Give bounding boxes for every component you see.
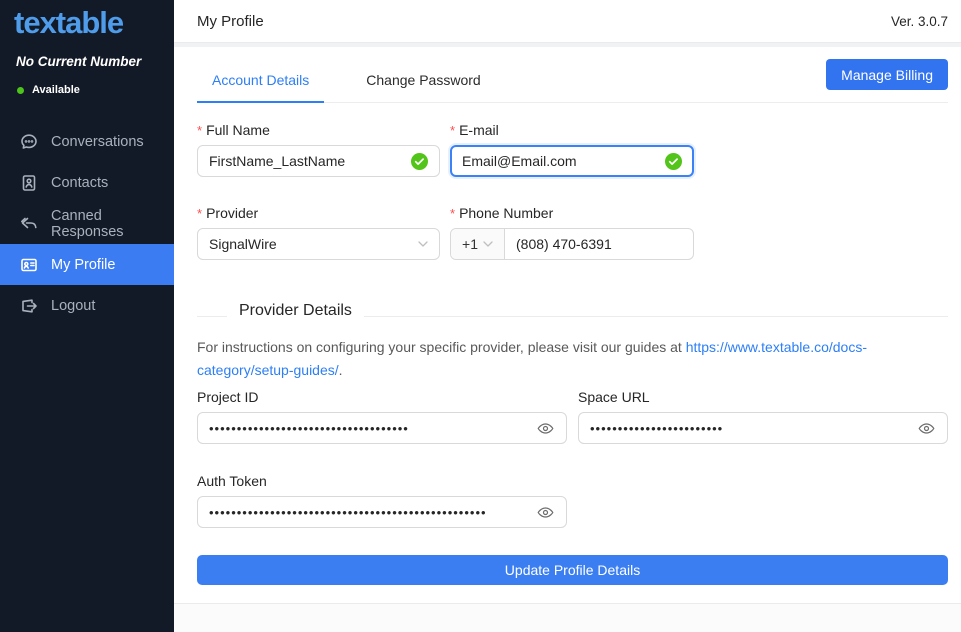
eye-icon[interactable] bbox=[918, 419, 936, 437]
current-number-label: No Current Number bbox=[16, 54, 174, 69]
full-name-input[interactable]: FirstName_LastName bbox=[197, 145, 440, 177]
chevron-down-icon bbox=[418, 241, 428, 247]
project-id-label: Project ID bbox=[197, 389, 567, 405]
page-header: My Profile Ver. 3.0.7 bbox=[174, 0, 961, 43]
contacts-icon bbox=[20, 174, 38, 192]
country-code-value: +1 bbox=[462, 236, 478, 252]
required-marker: * bbox=[450, 206, 455, 221]
full-name-label: *Full Name bbox=[197, 122, 440, 138]
tab-change-password[interactable]: Change Password bbox=[351, 58, 495, 103]
eye-icon[interactable] bbox=[537, 503, 555, 521]
page-title: My Profile bbox=[197, 13, 264, 30]
instructions-text: For instructions on configuring your spe… bbox=[197, 339, 686, 355]
footer-space bbox=[174, 604, 961, 632]
email-value: Email@Email.com bbox=[462, 153, 657, 169]
tabs-row: Account Details Change Password Manage B… bbox=[197, 47, 948, 103]
status-label: Available bbox=[32, 84, 80, 96]
valid-check-icon bbox=[411, 153, 428, 170]
my-profile-icon bbox=[20, 256, 38, 274]
phone-input-group: +1 (808) 470-6391 bbox=[450, 228, 694, 260]
auth-token-value: ••••••••••••••••••••••••••••••••••••••••… bbox=[209, 506, 529, 519]
logout-icon bbox=[20, 297, 38, 315]
phone-number-input[interactable]: (808) 470-6391 bbox=[505, 229, 693, 259]
credentials-form: Project ID •••••••••••••••••••••••••••••… bbox=[197, 389, 948, 528]
sidebar-item-contacts[interactable]: Contacts bbox=[0, 162, 174, 203]
email-field: *E-mail Email@Email.com bbox=[450, 122, 694, 177]
version-label: Ver. 3.0.7 bbox=[891, 14, 948, 29]
sidebar-item-my-profile[interactable]: My Profile bbox=[0, 244, 174, 285]
project-id-input[interactable]: •••••••••••••••••••••••••••••••••••• bbox=[197, 412, 567, 444]
sidebar-item-logout[interactable]: Logout bbox=[0, 285, 174, 326]
provider-label: *Provider bbox=[197, 205, 440, 221]
sidebar-item-label: My Profile bbox=[51, 257, 115, 273]
provider-details-divider: Provider Details bbox=[197, 302, 948, 320]
profile-card: Account Details Change Password Manage B… bbox=[174, 47, 961, 604]
tab-bar: Account Details Change Password bbox=[197, 47, 523, 102]
sidebar-item-label: Contacts bbox=[51, 175, 108, 191]
space-url-value: •••••••••••••••••••••••• bbox=[590, 422, 910, 435]
required-marker: * bbox=[197, 206, 202, 221]
chevron-down-icon bbox=[483, 241, 493, 247]
email-input[interactable]: Email@Email.com bbox=[450, 145, 694, 177]
phone-label: *Phone Number bbox=[450, 205, 694, 221]
sidebar-item-label: Canned Responses bbox=[51, 208, 174, 240]
update-profile-button[interactable]: Update Profile Details bbox=[197, 555, 948, 585]
provider-select[interactable]: SignalWire bbox=[197, 228, 440, 260]
conversations-icon bbox=[20, 133, 38, 151]
auth-token-label: Auth Token bbox=[197, 473, 567, 489]
instructions-suffix: . bbox=[339, 362, 343, 378]
availability-status: Available bbox=[17, 84, 174, 96]
auth-token-field: Auth Token •••••••••••••••••••••••••••••… bbox=[197, 473, 567, 528]
tab-account-details[interactable]: Account Details bbox=[197, 58, 324, 103]
full-name-field: *Full Name FirstName_LastName bbox=[197, 122, 440, 177]
canned-responses-icon bbox=[20, 215, 38, 233]
space-url-field: Space URL •••••••••••••••••••••••• bbox=[578, 389, 948, 444]
sidebar-item-canned-responses[interactable]: Canned Responses bbox=[0, 203, 174, 244]
main-area: My Profile Ver. 3.0.7 Account Details Ch… bbox=[174, 0, 961, 632]
sidebar-item-conversations[interactable]: Conversations bbox=[0, 121, 174, 162]
eye-icon[interactable] bbox=[537, 419, 555, 437]
manage-billing-button[interactable]: Manage Billing bbox=[826, 59, 948, 90]
full-name-value: FirstName_LastName bbox=[209, 153, 403, 169]
project-id-field: Project ID •••••••••••••••••••••••••••••… bbox=[197, 389, 567, 444]
sidebar-item-label: Logout bbox=[51, 298, 95, 314]
provider-value: SignalWire bbox=[209, 236, 418, 252]
required-marker: * bbox=[450, 123, 455, 138]
valid-check-icon bbox=[665, 153, 682, 170]
required-marker: * bbox=[197, 123, 202, 138]
account-form: *Full Name FirstName_LastName *E-mail Em… bbox=[197, 122, 948, 260]
app-logo: textable bbox=[14, 5, 174, 41]
sidebar-item-label: Conversations bbox=[51, 134, 144, 150]
email-label: *E-mail bbox=[450, 122, 694, 138]
provider-details-heading: Provider Details bbox=[227, 302, 364, 320]
space-url-label: Space URL bbox=[578, 389, 948, 405]
space-url-input[interactable]: •••••••••••••••••••••••• bbox=[578, 412, 948, 444]
project-id-value: •••••••••••••••••••••••••••••••••••• bbox=[209, 422, 529, 435]
provider-instructions: For instructions on configuring your spe… bbox=[197, 336, 948, 381]
phone-number-value: (808) 470-6391 bbox=[516, 236, 612, 252]
auth-token-input[interactable]: ••••••••••••••••••••••••••••••••••••••••… bbox=[197, 496, 567, 528]
provider-field: *Provider SignalWire bbox=[197, 205, 440, 260]
phone-field: *Phone Number +1 (808) 470-6391 bbox=[450, 205, 694, 260]
country-code-select[interactable]: +1 bbox=[451, 229, 505, 259]
sidebar-nav: Conversations Contacts Canned Responses … bbox=[0, 121, 174, 326]
sidebar: textable No Current Number Available Con… bbox=[0, 0, 174, 632]
status-dot-icon bbox=[17, 87, 24, 94]
